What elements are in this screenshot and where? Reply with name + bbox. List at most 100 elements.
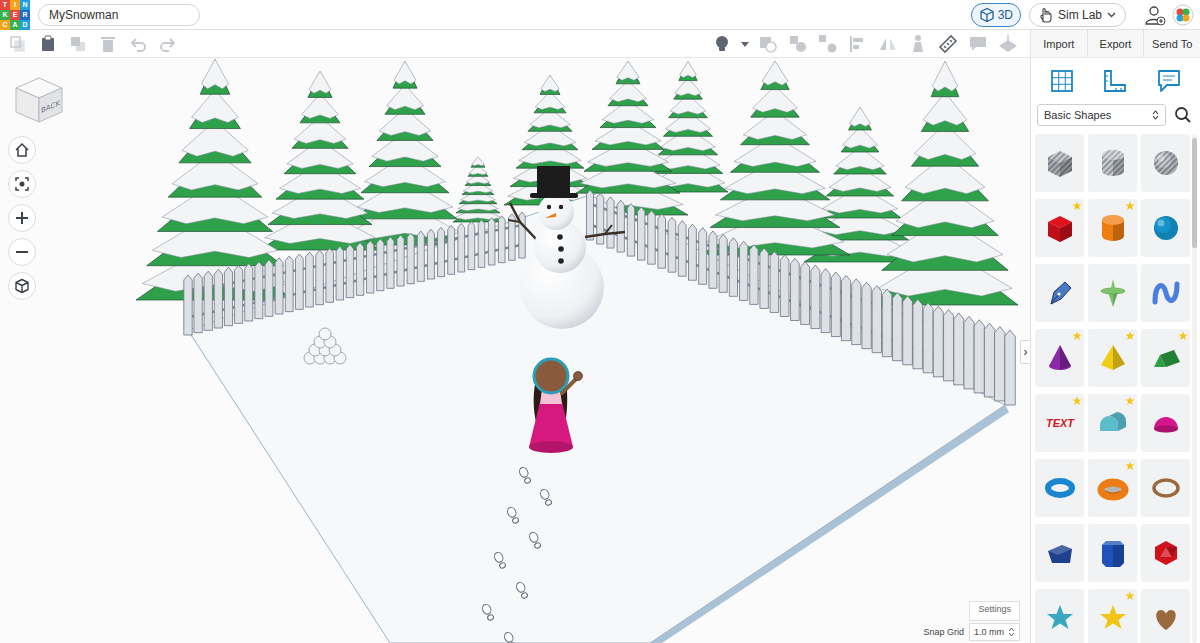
undo-button[interactable] (124, 31, 152, 57)
logo-tile: A (10, 20, 20, 30)
delete-button[interactable] (94, 31, 122, 57)
file-actions: ImportExportSend To (1030, 30, 1200, 57)
shape-tile[interactable] (1088, 394, 1137, 452)
shape-tile[interactable] (1035, 524, 1084, 582)
redo-icon (159, 35, 177, 53)
tinkercad-logo[interactable]: TINKERCAD (0, 0, 30, 30)
shape-category-dropdown[interactable]: Basic Shapes (1037, 104, 1166, 126)
add-user-button[interactable] (1144, 4, 1166, 26)
action-button[interactable]: Send To (1143, 30, 1200, 57)
favorite-star-icon (1125, 201, 1135, 211)
workplane-button[interactable] (1047, 66, 1077, 96)
fit-view-button[interactable] (8, 170, 36, 198)
view-cube[interactable]: BACK (12, 72, 68, 132)
ungroup-button[interactable] (814, 31, 842, 57)
panel-tools (1031, 58, 1200, 102)
paraboloid-icon (1093, 273, 1133, 313)
shape-tile[interactable] (1035, 199, 1084, 257)
box-icon (1040, 143, 1080, 183)
design-title[interactable]: MySnowman (38, 4, 200, 26)
logo-tile: I (10, 0, 20, 10)
shape-tile[interactable] (1141, 589, 1190, 643)
svg-text:BACK: BACK (41, 98, 60, 115)
shape-tile[interactable] (1035, 459, 1084, 517)
stepper-icon (1152, 110, 1159, 120)
text-icon: TEXT (1040, 403, 1080, 443)
shape-tile[interactable] (1035, 134, 1084, 192)
shape-tile[interactable] (1141, 394, 1190, 452)
group-button[interactable] (784, 31, 812, 57)
duplicate-button[interactable] (64, 31, 92, 57)
collapse-panel-tab[interactable]: › (1020, 340, 1030, 364)
action-button[interactable]: Export (1087, 30, 1144, 57)
shape-tile[interactable] (1141, 134, 1190, 192)
shape-tile[interactable] (1141, 199, 1190, 257)
snowball-pile[interactable] (304, 328, 346, 364)
paste-button[interactable] (34, 31, 62, 57)
heart-icon (1146, 598, 1186, 638)
snowman[interactable] (508, 166, 625, 329)
snap-grid-select[interactable]: 1.0 mm (969, 623, 1020, 641)
snap-grid: Snap Grid1.0 mm (923, 623, 1020, 641)
shapes-panel: Basic Shapes TEXT (1030, 58, 1200, 643)
child-figure[interactable] (529, 359, 583, 453)
undo-icon (129, 35, 147, 53)
home-view-button[interactable] (8, 136, 36, 164)
logo-tile: K (0, 10, 10, 20)
picket-fence[interactable] (184, 212, 525, 335)
align-button[interactable] (844, 31, 872, 57)
bulb-button[interactable] (708, 31, 736, 57)
redo-button[interactable] (154, 31, 182, 57)
shape-tile[interactable] (1035, 329, 1084, 387)
ruler-button[interactable] (934, 31, 962, 57)
caret-button[interactable] (738, 31, 752, 57)
search-button[interactable] (1172, 104, 1194, 126)
roundroof-icon (1093, 403, 1133, 443)
picket-fence[interactable] (587, 190, 1016, 405)
shape-tile[interactable]: TEXT (1035, 394, 1084, 452)
zoom-in-button[interactable] (8, 204, 36, 232)
notes-button[interactable] (1154, 66, 1184, 96)
cruise-button[interactable] (904, 31, 932, 57)
shape-tile[interactable] (1088, 264, 1137, 322)
shape-tile[interactable] (1088, 199, 1137, 257)
shape-tile[interactable] (1088, 134, 1137, 192)
shape-tile[interactable] (1088, 524, 1137, 582)
notes-button[interactable] (964, 31, 992, 57)
mirror-button[interactable] (874, 31, 902, 57)
shape-tile[interactable] (1141, 524, 1190, 582)
zoom-out-button[interactable] (8, 238, 36, 266)
pine-tree (872, 61, 1018, 305)
action-button[interactable]: Import (1030, 30, 1087, 57)
ruler-button[interactable] (1100, 66, 1130, 96)
favorite-star-icon (1072, 396, 1082, 406)
stepper-icon (1008, 627, 1015, 637)
perspective-button[interactable] (8, 272, 36, 300)
workplane[interactable] (188, 195, 1009, 643)
avatar-icon (1172, 4, 1194, 26)
workplane-button[interactable] (994, 31, 1022, 57)
shape-tile[interactable] (1141, 459, 1190, 517)
shape-tile[interactable] (1035, 264, 1084, 322)
copy-button[interactable] (4, 31, 32, 57)
hole-button[interactable] (754, 31, 782, 57)
roof-icon (1146, 338, 1186, 378)
3d-canvas[interactable]: BACK › Settings Snap Grid1.0 mm (0, 58, 1030, 643)
settings-button[interactable]: Settings (969, 601, 1020, 621)
cylinder-icon (1093, 143, 1133, 183)
shape-tile[interactable] (1088, 329, 1137, 387)
3d-mode-button[interactable]: 3D (971, 3, 1021, 27)
scroll-thumb[interactable] (1192, 138, 1197, 248)
ungroup-icon (818, 34, 838, 54)
search-icon (1174, 106, 1192, 124)
panel-scrollbar[interactable] (1192, 134, 1197, 643)
sim-lab-dropdown[interactable]: Sim Lab (1029, 3, 1126, 27)
shape-tile[interactable] (1088, 459, 1137, 517)
shape-tile[interactable] (1088, 589, 1137, 643)
favorite-star-icon (1178, 331, 1188, 341)
shape-tile[interactable] (1035, 589, 1084, 643)
shape-tile[interactable] (1141, 329, 1190, 387)
user-avatar[interactable] (1172, 4, 1194, 26)
shape-tile[interactable] (1141, 264, 1190, 322)
chevron-down-icon (1107, 12, 1116, 18)
